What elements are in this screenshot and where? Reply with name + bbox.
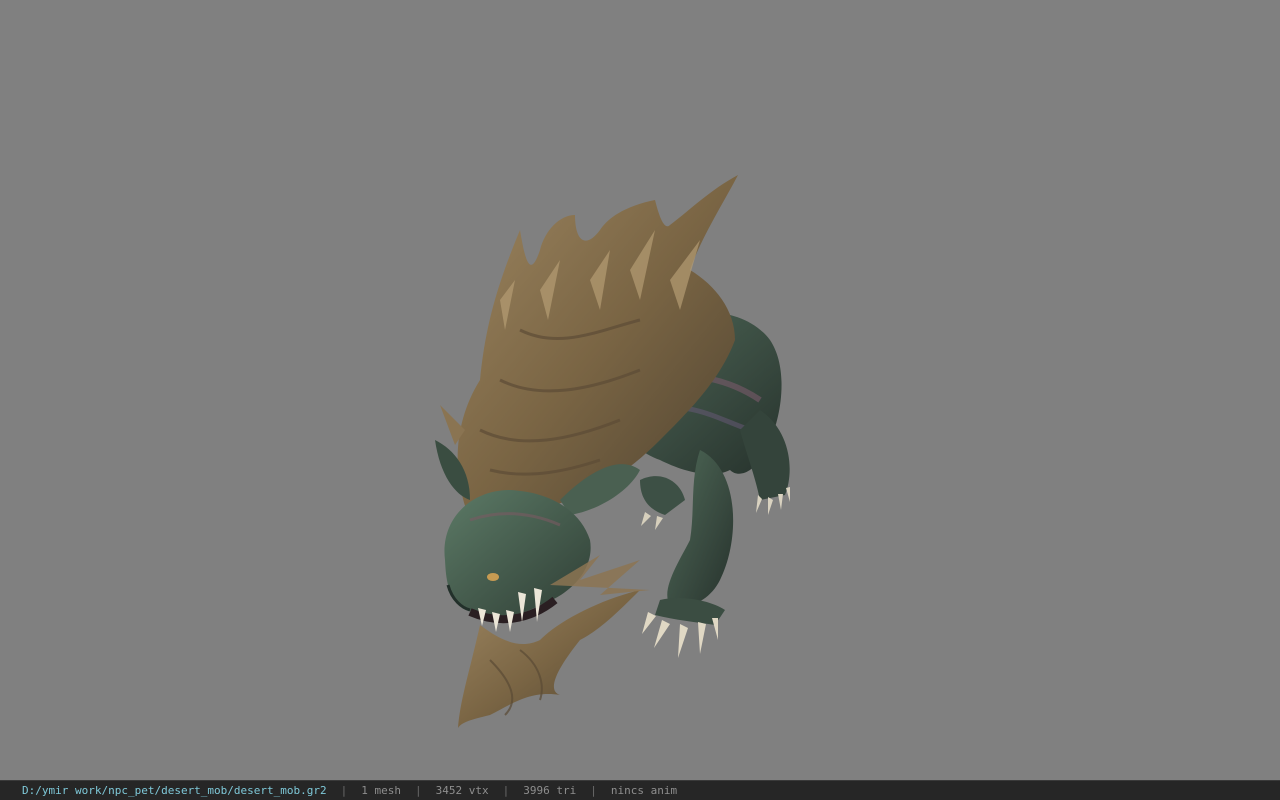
animation-status: nincs anim (610, 784, 678, 797)
separator: | (502, 784, 510, 797)
triangle-count: 3996 tri (523, 784, 577, 797)
creature-left-paw (640, 476, 685, 530)
status-bar: D:/ymir work/npc_pet/desert_mob/desert_m… (0, 780, 1280, 800)
creature-eye (487, 573, 499, 581)
separator: | (590, 784, 597, 797)
file-path: D:/ymir work/npc_pet/desert_mob/desert_m… (22, 784, 327, 797)
creature-model-render (435, 175, 790, 728)
creature-head (444, 490, 591, 632)
separator: | (340, 784, 348, 797)
3d-viewport[interactable] (0, 0, 1280, 780)
vertex-count: 3452 vtx (435, 784, 489, 797)
mesh-count: 1 mesh (361, 784, 402, 797)
separator: | (415, 784, 422, 797)
